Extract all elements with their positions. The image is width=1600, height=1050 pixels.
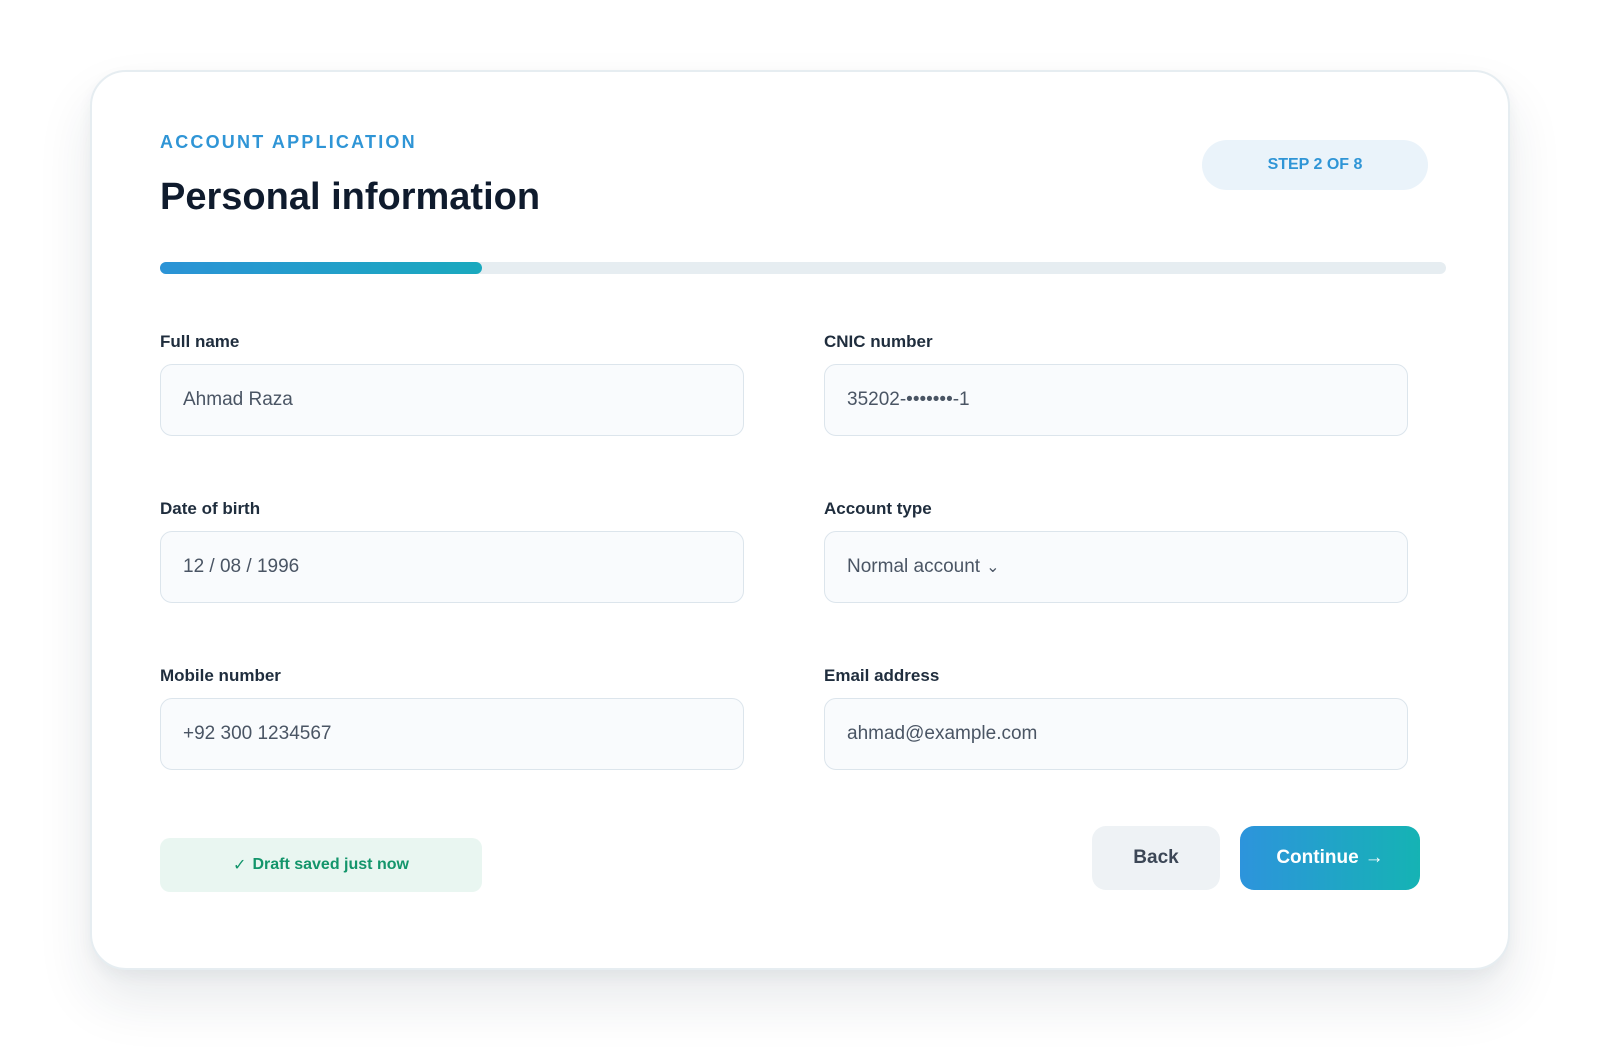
email-input[interactable]: ahmad@example.com	[824, 698, 1408, 770]
full-name-label: Full name	[160, 332, 240, 351]
cnic-value: 35202-•••••••-1	[847, 389, 970, 410]
step-indicator-badge: STEP 2 OF 8	[1202, 140, 1428, 190]
cnic-group: CNIC number 35202-•••••••-1	[824, 330, 1408, 436]
section-eyebrow: ACCOUNT APPLICATION	[160, 132, 417, 152]
account-type-group: Account type Normal account ⌄	[824, 497, 1408, 603]
check-icon: ✓	[233, 857, 247, 874]
email-label: Email address	[824, 666, 940, 685]
account-type-select[interactable]: Normal account ⌄	[824, 531, 1408, 603]
draft-saved-status: ✓ Draft saved just now	[160, 838, 482, 892]
cnic-label: CNIC number	[824, 332, 933, 351]
email-value: ahmad@example.com	[847, 723, 1038, 744]
dob-value: 12 / 08 / 1996	[183, 556, 300, 577]
application-card: ACCOUNT APPLICATION Personal information…	[90, 70, 1510, 970]
account-type-value: Normal account	[847, 556, 981, 577]
continue-button-label: Continue	[1276, 847, 1359, 868]
cnic-input[interactable]: 35202-•••••••-1	[824, 364, 1408, 436]
progress-bar	[160, 262, 1446, 274]
progress-bar-fill	[160, 262, 482, 274]
mobile-value: +92 300 1234567	[183, 723, 332, 744]
chevron-down-icon: ⌄	[986, 559, 1000, 576]
email-group: Email address ahmad@example.com	[824, 664, 1408, 770]
continue-button[interactable]: Continue →	[1240, 826, 1420, 890]
dob-input[interactable]: 12 / 08 / 1996	[160, 531, 744, 603]
page-title: Personal information	[160, 176, 541, 218]
full-name-value: Ahmad Raza	[183, 389, 293, 410]
full-name-input[interactable]: Ahmad Raza	[160, 364, 744, 436]
back-button-label: Back	[1133, 847, 1179, 868]
mobile-input[interactable]: +92 300 1234567	[160, 698, 744, 770]
full-name-group: Full name Ahmad Raza	[160, 330, 744, 436]
arrow-right-icon: →	[1364, 847, 1384, 868]
account-type-label: Account type	[824, 499, 932, 518]
mobile-group: Mobile number +92 300 1234567	[160, 664, 744, 770]
mobile-label: Mobile number	[160, 666, 281, 685]
dob-group: Date of birth 12 / 08 / 1996	[160, 497, 744, 603]
draft-status-text: Draft saved just now	[252, 856, 409, 873]
dob-label: Date of birth	[160, 499, 261, 518]
back-button[interactable]: Back	[1092, 826, 1220, 890]
